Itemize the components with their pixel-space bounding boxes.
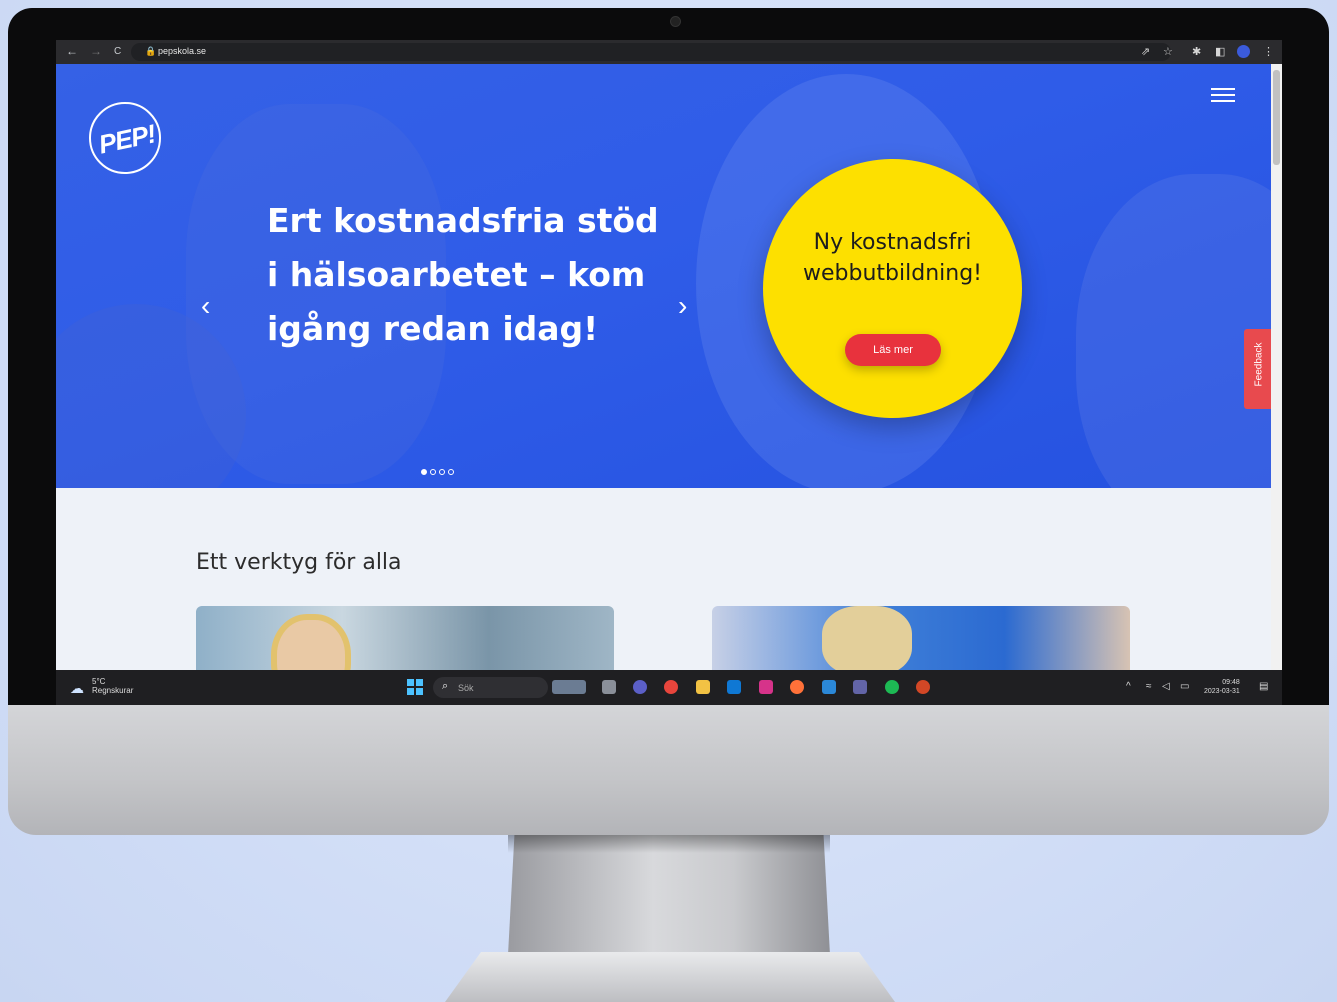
tray-chevron-icon[interactable]: ^: [1126, 681, 1131, 692]
hamburger-menu-icon[interactable]: [1211, 88, 1235, 104]
weather-icon[interactable]: ☁: [70, 680, 84, 697]
url-text[interactable]: pepskola.se: [158, 46, 206, 56]
section-title: Ett verktyg för alla: [196, 550, 402, 575]
feature-card-image[interactable]: [712, 606, 1130, 676]
photos-icon[interactable]: [759, 680, 773, 694]
carousel-prev-arrow-icon[interactable]: ‹: [201, 290, 210, 322]
carousel-next-arrow-icon[interactable]: ›: [678, 290, 687, 322]
carousel-pagination: [421, 462, 457, 480]
volume-icon[interactable]: ◁: [1162, 681, 1170, 692]
screen: ← → C 🔒 pepskola.se ⇗ ☆ ✱ ◧ ⋮ PEP! Ert k…: [56, 40, 1282, 705]
lock-icon[interactable]: 🔒: [145, 46, 156, 57]
hero-headline: Ert kostnadsfria stöd i hälsoarbetet – k…: [267, 201, 659, 348]
forward-icon[interactable]: →: [90, 44, 102, 58]
stand-shadow: [508, 835, 830, 853]
carousel-dot[interactable]: [430, 469, 436, 475]
pep-logo[interactable]: PEP!: [89, 102, 161, 174]
weather-widget[interactable]: 5°C Regnskurar: [92, 677, 133, 695]
firefox-icon[interactable]: [790, 680, 804, 694]
weather-temp: 5°C: [92, 677, 106, 686]
system-clock[interactable]: 09:48 2023-03-31: [1204, 678, 1240, 696]
webcam: [670, 16, 681, 27]
chrome-icon[interactable]: [664, 680, 678, 694]
back-icon[interactable]: ←: [66, 44, 78, 58]
logo-text: PEP!: [96, 118, 158, 160]
widgets-icon[interactable]: [552, 680, 586, 694]
hero-carousel: PEP! Ert kostnadsfria stöd i hälsoarbete…: [56, 64, 1271, 488]
feature-card-image[interactable]: [196, 606, 614, 676]
read-more-button[interactable]: Läs mer: [845, 334, 941, 366]
star-icon[interactable]: ☆: [1163, 45, 1173, 58]
address-bar[interactable]: [131, 43, 1171, 61]
todo-icon[interactable]: [822, 680, 836, 694]
side-panel-icon[interactable]: ◧: [1215, 45, 1225, 58]
profile-avatar[interactable]: [1237, 45, 1250, 58]
clock-date: 2023-03-31: [1204, 688, 1240, 695]
clock-time: 09:48: [1222, 679, 1240, 686]
windows-start-icon[interactable]: [407, 679, 423, 695]
task-view-icon[interactable]: [602, 680, 616, 694]
taskbar-search[interactable]: ⌕ Sök: [433, 677, 548, 698]
battery-icon[interactable]: ▭: [1180, 681, 1189, 692]
carousel-dot[interactable]: [421, 469, 427, 475]
teams-chat-icon[interactable]: [633, 680, 647, 694]
feedback-tab[interactable]: Feedback: [1244, 329, 1271, 409]
browser-toolbar: ← → C 🔒 pepskola.se ⇗ ☆ ✱ ◧ ⋮: [56, 40, 1282, 64]
windows-taskbar: ☁ 5°C Regnskurar ⌕ Sök ^ ≈ ◁ ▭ 09:48 202…: [56, 670, 1282, 705]
search-icon: ⌕: [442, 680, 449, 692]
spotify-icon[interactable]: [885, 680, 899, 694]
child-photo: [822, 606, 912, 676]
person-photo: [271, 614, 351, 676]
teams-icon[interactable]: [853, 680, 867, 694]
outlook-icon[interactable]: [727, 680, 741, 694]
reload-icon[interactable]: C: [114, 46, 121, 57]
promo-circle: Ny kostnadsfri webbutbildning! Läs mer: [763, 159, 1022, 418]
carousel-dot[interactable]: [439, 469, 445, 475]
scrollbar-thumb[interactable]: [1273, 70, 1280, 165]
search-placeholder: Sök: [458, 683, 474, 693]
feedback-label: Feedback: [1253, 342, 1265, 387]
hero-photo-shape: [1076, 174, 1271, 488]
file-explorer-icon[interactable]: [696, 680, 710, 694]
page-scrollbar[interactable]: [1271, 64, 1282, 670]
monitor-stand-foot: [445, 952, 895, 1002]
notification-icon[interactable]: ▤: [1259, 681, 1268, 692]
kebab-menu-icon[interactable]: ⋮: [1263, 45, 1274, 58]
promo-title: Ny kostnadsfri webbutbildning!: [803, 230, 982, 286]
powerpoint-icon[interactable]: [916, 680, 930, 694]
weather-desc: Regnskurar: [92, 686, 134, 695]
monitor-chin: [8, 705, 1329, 835]
share-icon[interactable]: ⇗: [1141, 45, 1150, 58]
carousel-dot[interactable]: [448, 469, 454, 475]
wifi-icon[interactable]: ≈: [1146, 681, 1152, 692]
monitor-stand-neck: [508, 835, 830, 955]
extensions-icon[interactable]: ✱: [1192, 45, 1201, 58]
